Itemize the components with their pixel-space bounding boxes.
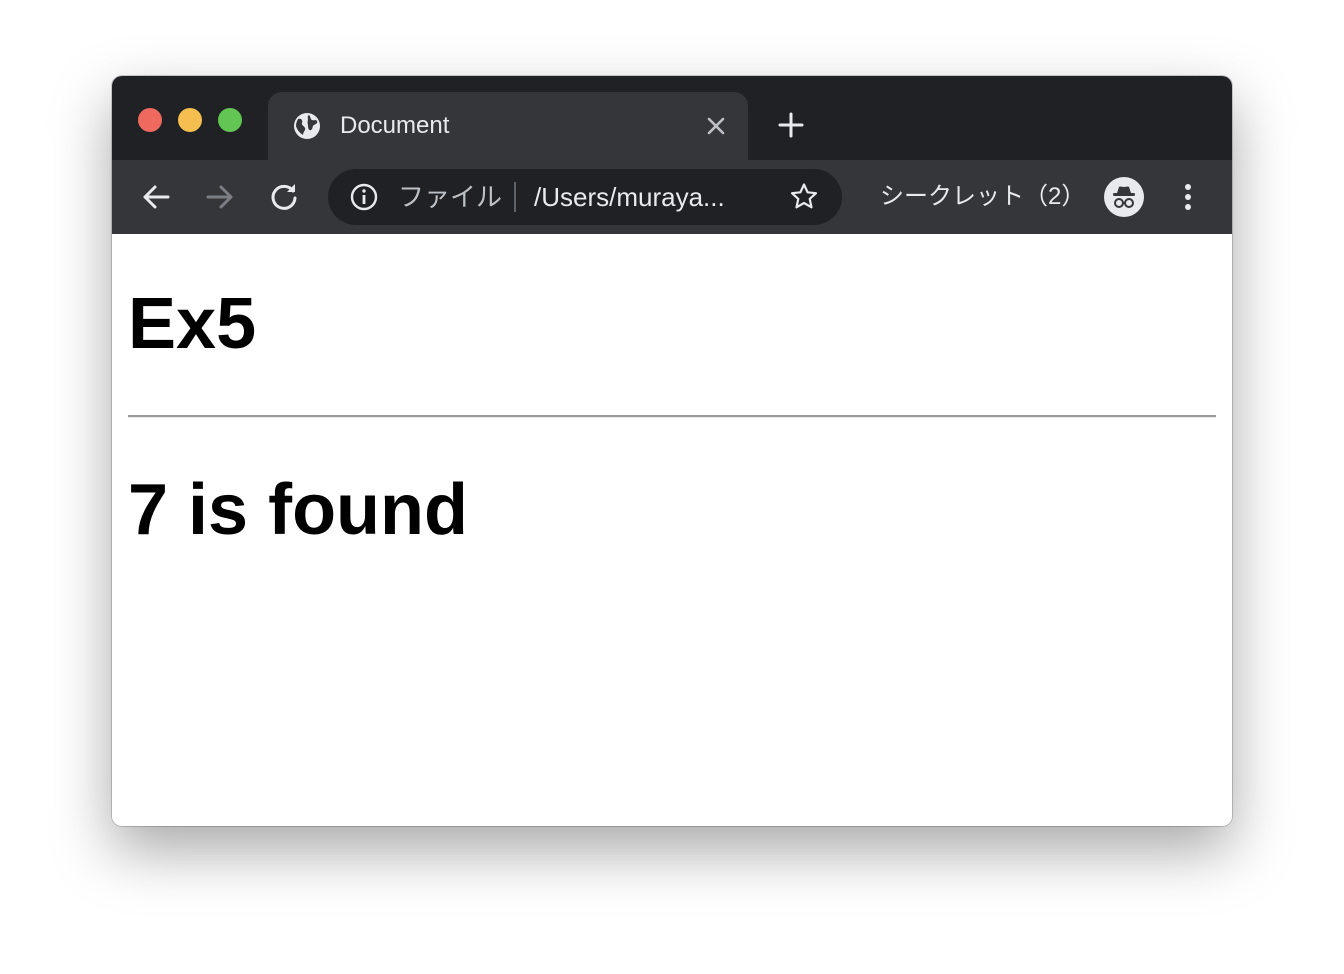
close-icon[interactable] [702, 112, 730, 140]
globe-icon [292, 111, 322, 141]
result-text: 7 is found [128, 470, 468, 550]
address-bar[interactable]: ファイル /Users/muraya... [328, 169, 842, 225]
browser-window: Document ファイル /Users/muraya... シークレット（2）… [112, 76, 1232, 826]
window-maximize-button[interactable] [218, 108, 242, 132]
toolbar: ファイル /Users/muraya... シークレット（2） [112, 160, 1232, 234]
horizontal-rule [128, 415, 1216, 418]
incognito-label[interactable]: シークレット（2） [880, 182, 1085, 212]
tab-strip: Document [112, 76, 1232, 160]
url-separator [514, 182, 516, 212]
incognito-icon[interactable] [1104, 177, 1144, 217]
arrow-right-icon[interactable] [202, 179, 238, 215]
window-minimize-button[interactable] [178, 108, 202, 132]
reload-icon[interactable] [266, 179, 302, 215]
info-icon[interactable] [348, 181, 380, 213]
arrow-left-icon[interactable] [138, 179, 174, 215]
page-heading: Ex5 [128, 284, 257, 364]
tab-title: Document [340, 112, 450, 139]
page-content: Ex5 7 is found [112, 234, 1232, 826]
star-icon[interactable] [788, 181, 820, 213]
plus-icon[interactable] [776, 110, 806, 140]
window-close-button[interactable] [138, 108, 162, 132]
url-scheme-label: ファイル [398, 182, 503, 212]
more-vert-icon[interactable] [1174, 179, 1202, 215]
url-text[interactable]: /Users/muraya... [534, 182, 774, 212]
tab-document[interactable]: Document [268, 92, 748, 160]
